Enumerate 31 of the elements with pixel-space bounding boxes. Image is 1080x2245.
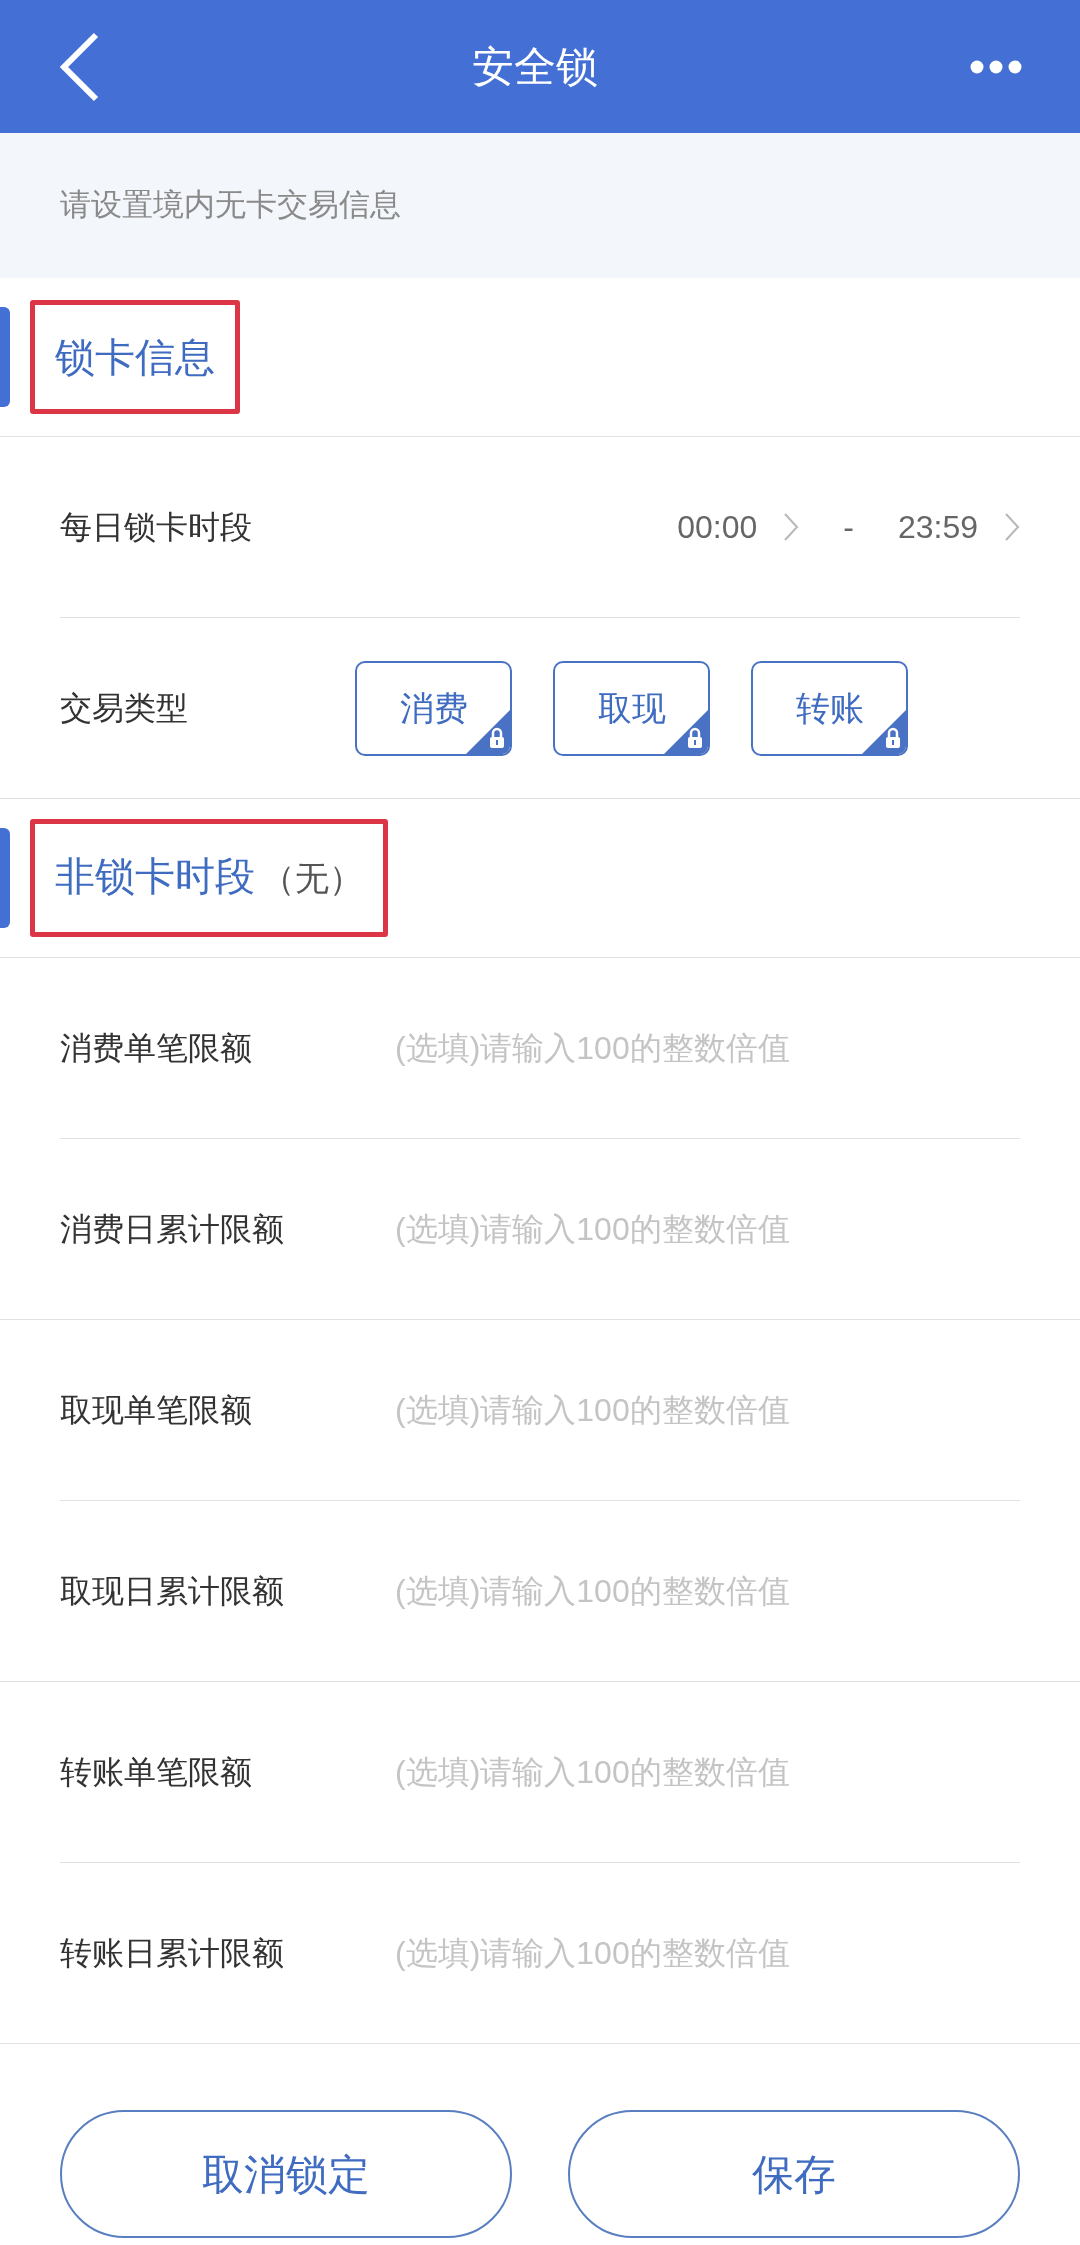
back-icon[interactable] <box>58 31 100 102</box>
section-title: 锁卡信息 <box>55 334 215 381</box>
notice-text: 请设置境内无卡交易信息 <box>60 186 401 225</box>
amount-input[interactable]: (选填)请输入100的整数倍值 <box>395 1923 1020 1983</box>
transaction-type-chip[interactable]: 取现 <box>553 660 710 756</box>
row-label: 每日锁卡时段 <box>60 508 253 547</box>
more-icon[interactable] <box>970 59 1022 74</box>
header-title: 安全锁 <box>472 42 598 92</box>
row-label: 转账日累计限额 <box>60 1934 285 1973</box>
amount-input[interactable]: (选填)请输入100的整数倍值 <box>395 1561 1020 1621</box>
amount-input[interactable]: (选填)请输入100的整数倍值 <box>395 1199 1020 1259</box>
chevron-right-icon <box>1004 512 1020 542</box>
action-button[interactable]: 取消锁定 <box>60 2110 512 2238</box>
section-note: （无） <box>261 858 363 899</box>
amount-input[interactable]: (选填)请输入100的整数倍值 <box>395 1018 1020 1078</box>
transaction-type-chip[interactable]: 消费 <box>355 660 512 756</box>
row-label: 消费单笔限额 <box>60 1029 253 1068</box>
row-label: 交易类型 <box>60 689 189 728</box>
row-label: 转账单笔限额 <box>60 1753 253 1792</box>
row-label: 消费日累计限额 <box>60 1210 285 1249</box>
row-label: 取现单笔限额 <box>60 1391 253 1430</box>
start-time-button[interactable]: 00:00 <box>677 503 800 551</box>
amount-input[interactable]: (选填)请输入100的整数倍值 <box>395 1380 1020 1440</box>
amount-input[interactable]: (选填)请输入100的整数倍值 <box>395 1742 1020 1802</box>
transaction-type-chip[interactable]: 转账 <box>751 660 908 756</box>
row-label: 取现日累计限额 <box>60 1572 285 1611</box>
end-time-button[interactable]: 23:59 <box>897 503 1020 551</box>
section-title: 非锁卡时段 <box>55 853 255 900</box>
time-separator: - <box>843 508 854 547</box>
chevron-right-icon <box>783 512 800 542</box>
action-button[interactable]: 保存 <box>568 2110 1020 2238</box>
